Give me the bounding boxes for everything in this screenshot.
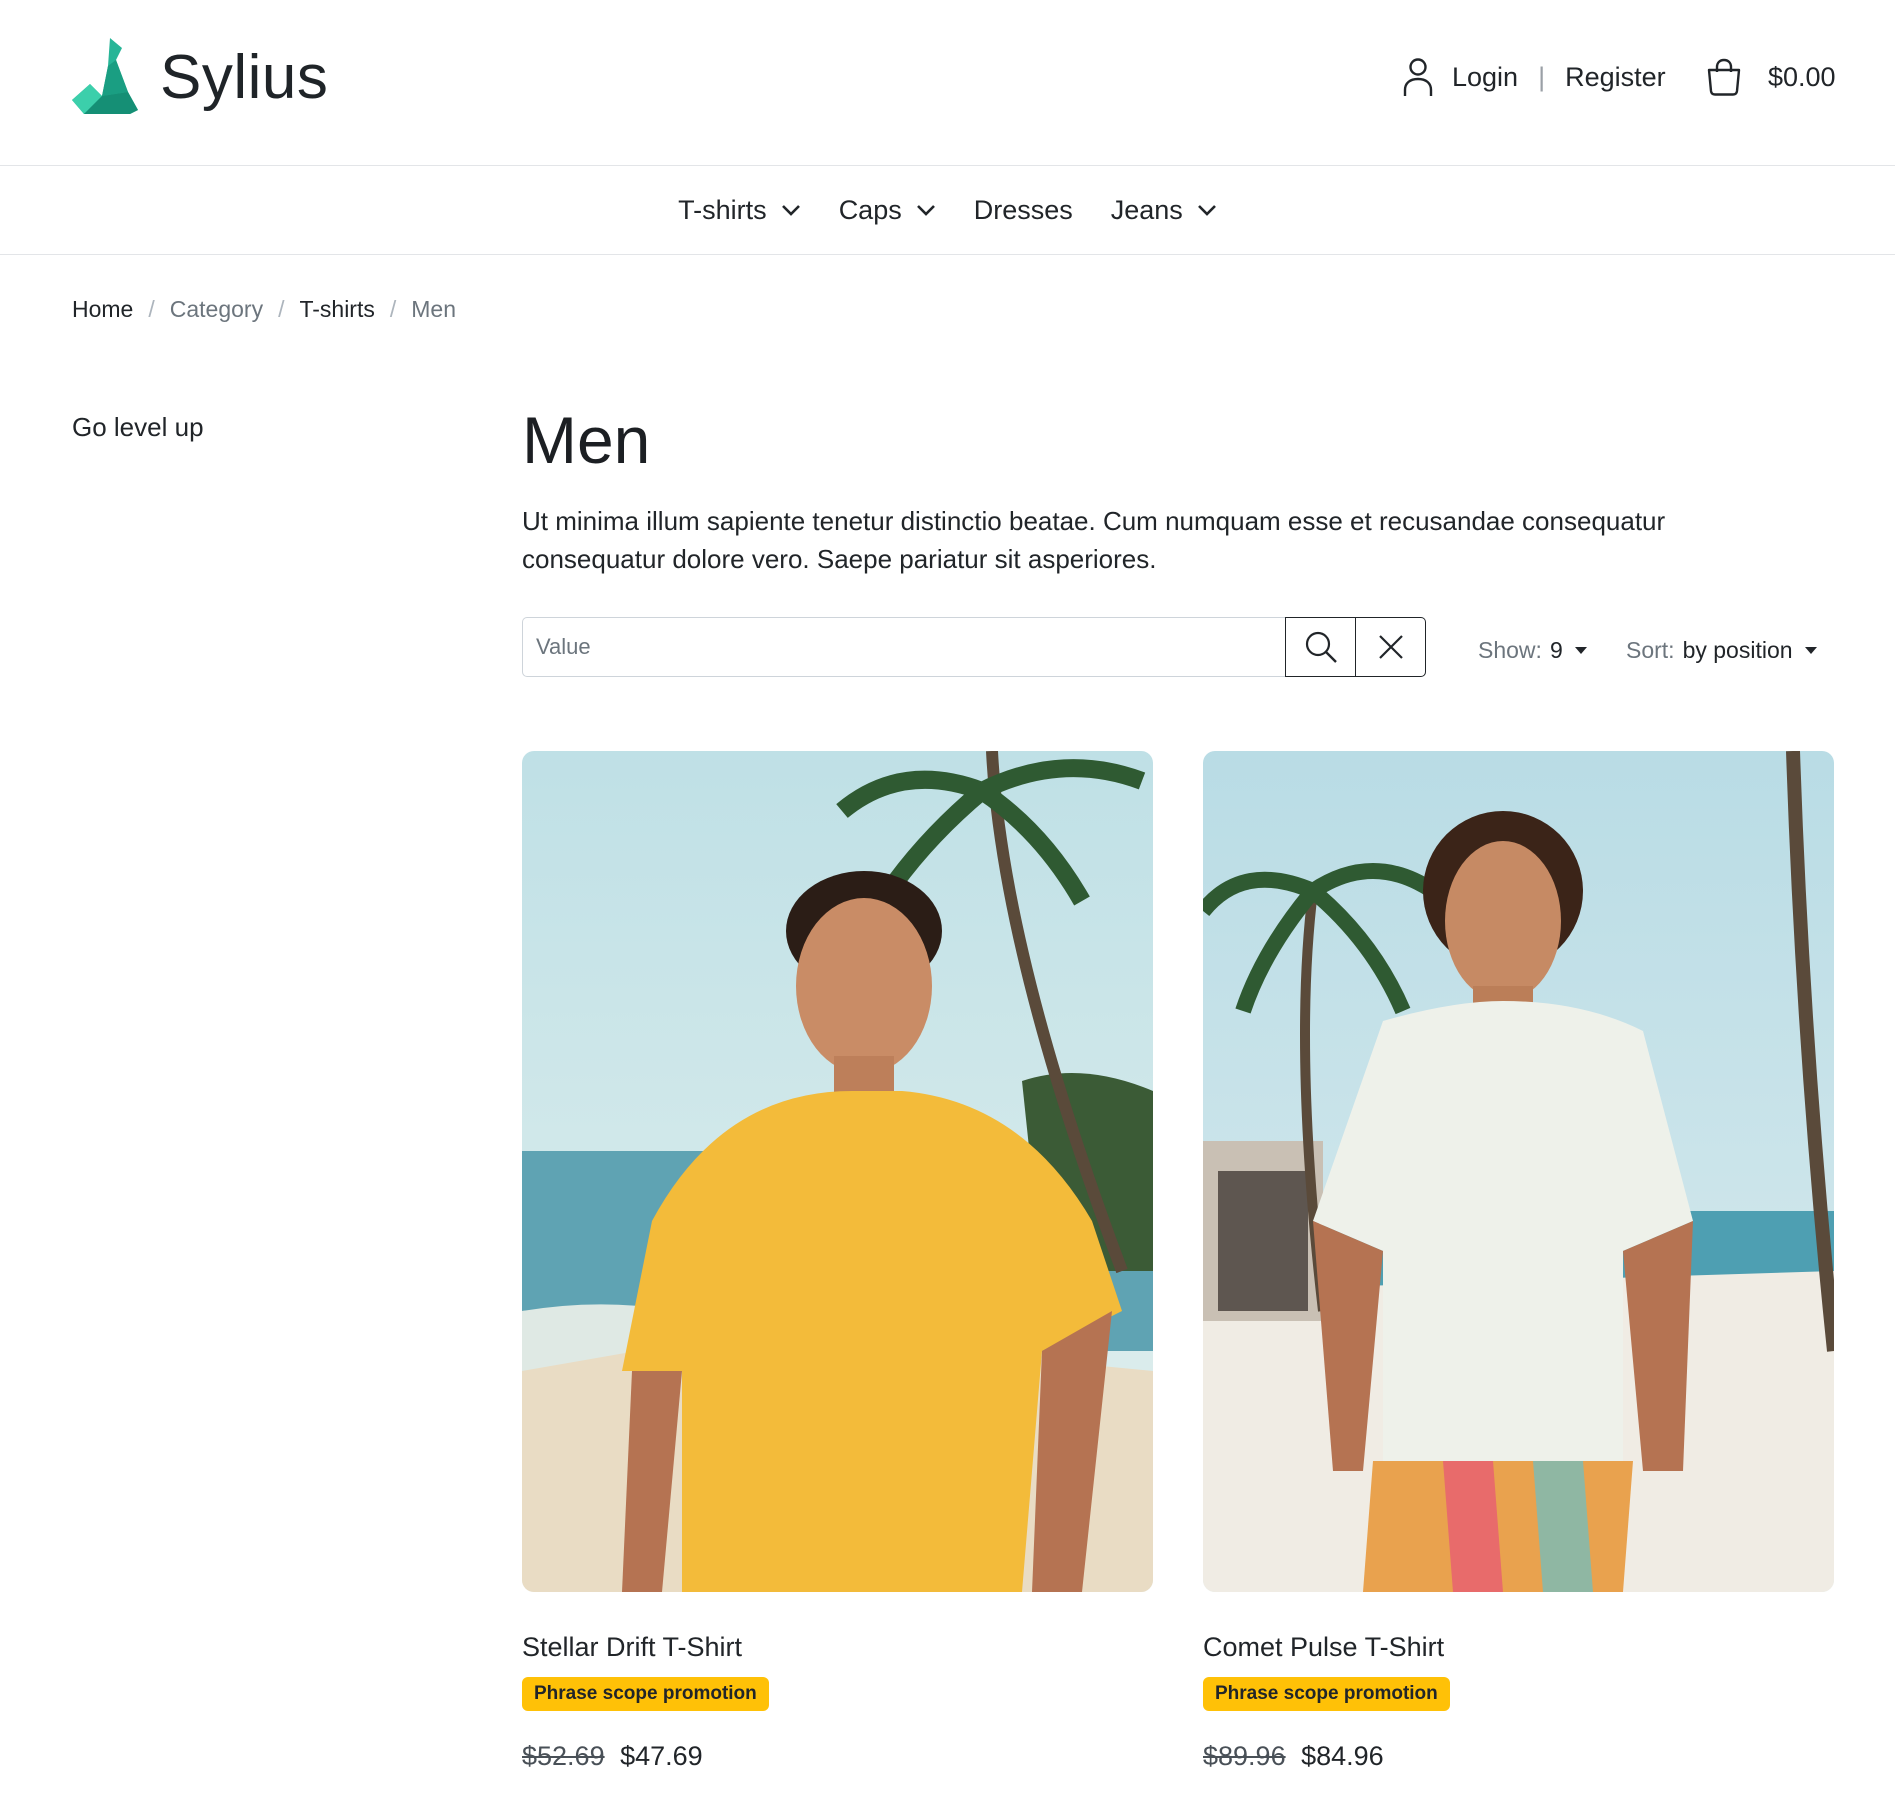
chevron-down-icon <box>916 205 935 216</box>
breadcrumb-current: Men <box>411 296 456 322</box>
chevron-down-icon <box>1197 205 1216 216</box>
nav-item-label: Caps <box>838 194 902 225</box>
go-level-up-link[interactable]: Go level up <box>72 412 204 443</box>
nav-item-jeans[interactable]: Jeans <box>1111 195 1217 226</box>
page-title: Men <box>522 403 651 477</box>
sale-price: $47.69 <box>620 1741 703 1771</box>
chevron-down-icon <box>781 205 800 216</box>
sort-label: Sort: <box>1626 637 1675 663</box>
account-separator: | <box>1538 61 1546 92</box>
search-button[interactable] <box>1285 617 1356 677</box>
product-name[interactable]: Comet Pulse T-Shirt <box>1203 1632 1834 1663</box>
breadcrumb-category: Category <box>169 296 264 322</box>
main-navigation: T-shirts Caps Dresses Jeans <box>0 166 1895 255</box>
account-links: Login | Register <box>1402 56 1666 98</box>
clear-search-button[interactable] <box>1356 617 1426 677</box>
logo-text: Sylius <box>160 42 329 112</box>
product-photo <box>522 751 1153 1592</box>
search-icon <box>1305 631 1337 663</box>
original-price: $52.69 <box>522 1741 605 1771</box>
price: $89.96 $84.96 <box>1203 1741 1834 1772</box>
nav-item-label: Jeans <box>1110 194 1183 225</box>
nav-item-caps[interactable]: Caps <box>839 195 936 226</box>
category-description: Ut minima illum sapiente tenetur distinc… <box>522 506 1666 574</box>
product-image[interactable] <box>1203 751 1834 1592</box>
cart-button[interactable]: $0.00 <box>1706 56 1836 98</box>
product-card: Comet Pulse T-Shirt Phrase scope promoti… <box>1203 751 1834 1772</box>
user-icon <box>1403 58 1433 96</box>
search-input[interactable] <box>522 617 1285 677</box>
sort-value: by position <box>1682 637 1793 663</box>
show-value: 9 <box>1549 637 1563 663</box>
product-card: Stellar Drift T-Shirt Phrase scope promo… <box>522 751 1153 1772</box>
nav-item-t-shirts[interactable]: T-shirts <box>678 195 801 226</box>
show-per-page-dropdown[interactable]: Show: 9 <box>1478 637 1587 664</box>
site-header: Sylius Login | Register $0.00 <box>0 0 1895 166</box>
login-link[interactable]: Login <box>1452 62 1518 93</box>
breadcrumb: Home / Category / T-shirts / Men <box>72 296 456 323</box>
breadcrumb-t-shirts[interactable]: T-shirts <box>299 296 374 323</box>
close-icon <box>1378 635 1403 659</box>
breadcrumb-separator: / <box>278 296 285 322</box>
caret-down-icon <box>1804 647 1817 654</box>
product-image[interactable] <box>522 751 1153 1592</box>
promotion-badge: Phrase scope promotion <box>522 1677 769 1711</box>
register-link[interactable]: Register <box>1565 62 1666 93</box>
cart-total: $0.00 <box>1768 61 1836 92</box>
sale-price: $84.96 <box>1301 1741 1384 1771</box>
promotion-badge: Phrase scope promotion <box>1203 1677 1450 1711</box>
sort-dropdown[interactable]: Sort: by position <box>1626 637 1817 664</box>
sylius-logo-icon <box>72 38 138 114</box>
breadcrumb-separator: / <box>148 296 155 322</box>
price: $52.69 $47.69 <box>522 1741 1153 1772</box>
breadcrumb-home[interactable]: Home <box>72 296 133 323</box>
original-price: $89.96 <box>1203 1741 1286 1771</box>
product-photo <box>1203 751 1834 1592</box>
shopping-bag-icon <box>1707 58 1741 96</box>
product-name[interactable]: Stellar Drift T-Shirt <box>522 1632 1153 1663</box>
search-form <box>522 617 1426 677</box>
nav-item-dresses[interactable]: Dresses <box>974 195 1073 226</box>
nav-item-label: Dresses <box>973 194 1073 225</box>
logo[interactable]: Sylius <box>72 38 328 116</box>
breadcrumb-separator: / <box>389 296 397 322</box>
show-label: Show: <box>1478 637 1542 663</box>
caret-down-icon <box>1574 647 1587 654</box>
nav-item-label: T-shirts <box>678 194 767 225</box>
